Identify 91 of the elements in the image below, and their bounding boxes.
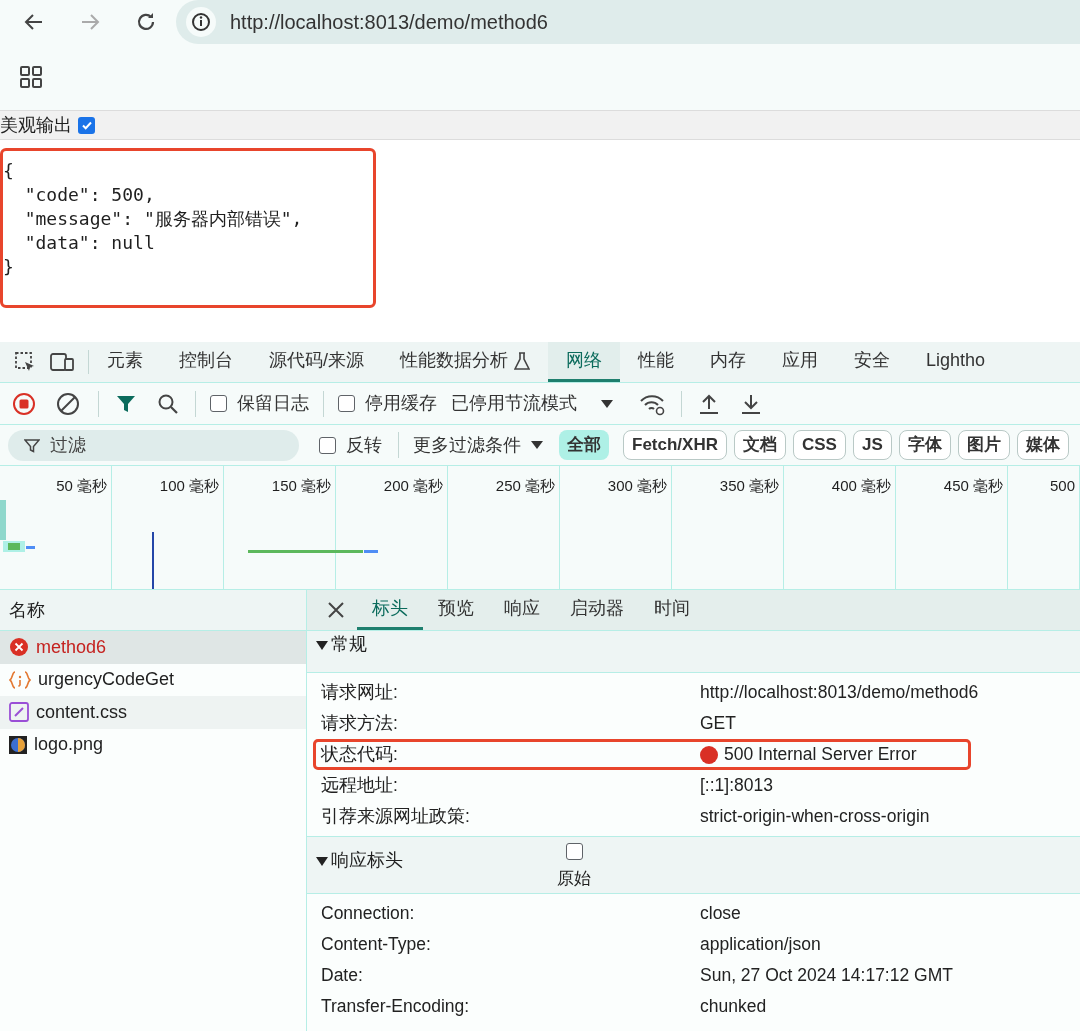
section-header[interactable]: 常规 (315, 631, 555, 658)
header-name: 状态代码: (320, 743, 399, 767)
header-name: 请求网址: (320, 681, 399, 705)
time-tick-label: 100 毫秒 (159, 476, 219, 495)
type-filter-chip[interactable]: 媒体 (1016, 430, 1069, 460)
braces-icon (9, 669, 31, 690)
caret-icon (601, 398, 613, 409)
time-tick-label: 350 毫秒 (719, 476, 779, 495)
header-value: 500 Internal Server Error (724, 743, 917, 767)
error-icon (9, 637, 29, 658)
preserve-log-checkbox[interactable] (210, 395, 227, 412)
image-icon (9, 735, 27, 754)
download-icon[interactable] (740, 392, 762, 415)
header-value: strict-origin-when-cross-origin (700, 805, 930, 829)
header-name: 远程地址: (320, 774, 399, 798)
search-icon[interactable] (157, 392, 179, 415)
time-tick-label: 250 毫秒 (495, 476, 555, 495)
header-value: chunked (700, 995, 767, 1019)
more-filters-dropdown[interactable]: 更多过滤条件 (413, 431, 543, 459)
section-header[interactable]: 响应标头 (315, 847, 555, 874)
info-icon[interactable] (186, 7, 216, 37)
url-text: http://localhost:8013/demo/method6 (230, 10, 548, 35)
type-filter-chip[interactable]: 全部 (559, 430, 609, 460)
detail-tab[interactable]: 启动器 (555, 590, 639, 630)
preserve-log-label: 保留日志 (237, 392, 309, 415)
invert-label: 反转 (346, 433, 382, 457)
device-toolbar-icon[interactable] (50, 351, 74, 373)
record-stop-icon[interactable] (12, 391, 36, 416)
type-filter-chip[interactable]: 图片 (957, 430, 1010, 460)
status-dot-icon (700, 745, 718, 764)
detail-tab[interactable]: 预览 (423, 590, 489, 630)
request-row[interactable]: content.css (0, 696, 306, 729)
time-tick-label: 400 毫秒 (831, 476, 891, 495)
disable-cache-checkbox[interactable] (338, 395, 355, 412)
header-name: 引荐来源网址政策: (320, 805, 471, 829)
pretty-print-label: 美观输出 (0, 113, 72, 137)
header-value: Sun, 27 Oct 2024 14:17:12 GMT (700, 964, 953, 988)
header-value: [::1]:8013 (700, 774, 773, 798)
time-tick-label: 150 毫秒 (271, 476, 331, 495)
detail-tab[interactable]: 响应 (489, 590, 555, 630)
disable-cache-label: 停用缓存 (365, 392, 437, 415)
header-name: 请求方法: (320, 712, 399, 736)
time-tick-label: 500 (1049, 476, 1075, 495)
type-filter-chip[interactable]: 字体 (898, 430, 951, 460)
time-tick-label: 50 毫秒 (56, 476, 107, 495)
panel-tab[interactable]: 性能 (620, 342, 692, 382)
panel-tab[interactable]: 元素 (89, 342, 161, 382)
header-value: GET (700, 712, 736, 736)
json-output: { "code": 500, "message": "服务器内部错误", "data": null } (0, 148, 376, 308)
panel-tab[interactable]: 安全 (836, 342, 908, 382)
flask-icon (514, 351, 530, 370)
header-name: Content-Type: (320, 933, 432, 957)
stylesheet-icon (9, 702, 29, 723)
type-filter-chip[interactable]: CSS (792, 430, 846, 460)
address-bar[interactable]: http://localhost:8013/demo/method6 (176, 0, 1080, 44)
close-icon[interactable] (327, 601, 345, 619)
filter-field[interactable]: 过滤 (8, 429, 299, 461)
header-value: close (700, 902, 741, 926)
header-name: Connection: (320, 902, 416, 926)
panel-tab[interactable]: 应用 (764, 342, 836, 382)
time-tick-label: 300 毫秒 (607, 476, 667, 495)
type-filter-chip[interactable]: Fetch/XHR (623, 430, 727, 460)
request-row[interactable]: method6 (0, 631, 306, 664)
raw-label: 原始 (557, 868, 591, 890)
panel-tab[interactable]: 控制台 (161, 342, 251, 382)
panel-tab[interactable]: 源代码/来源 (251, 342, 382, 382)
header-value: http://localhost:8013/demo/method6 (700, 681, 979, 705)
time-tick-label: 200 毫秒 (383, 476, 443, 495)
detail-tab[interactable]: 时间 (639, 590, 705, 630)
header-value: application/json (700, 933, 821, 957)
raw-checkbox[interactable] (565, 843, 583, 860)
upload-icon[interactable] (698, 392, 720, 415)
apps-grid-icon[interactable] (20, 66, 42, 88)
column-header: 名称 (9, 598, 45, 622)
time-tick-label: 450 毫秒 (943, 476, 1003, 495)
caret-icon (531, 440, 543, 450)
throttling-dropdown[interactable]: 已停用节流模式 (451, 390, 613, 417)
header-name: Date: (320, 964, 364, 988)
checkmark-icon (80, 119, 93, 131)
panel-tab[interactable]: 性能数据分析 (382, 342, 548, 382)
pretty-print-checkbox[interactable] (78, 116, 95, 134)
type-filter-chip[interactable]: 文档 (733, 430, 786, 460)
invert-checkbox[interactable] (319, 436, 336, 454)
filter-icon (24, 437, 40, 454)
panel-tab[interactable]: 内存 (692, 342, 764, 382)
clear-icon[interactable] (56, 391, 80, 416)
inspect-icon[interactable] (14, 351, 36, 373)
header-name: Transfer-Encoding: (320, 995, 471, 1019)
panel-tab[interactable]: Lightho (908, 342, 1004, 382)
type-filter-chip[interactable]: JS (852, 430, 892, 460)
panel-tab[interactable]: 网络 (548, 342, 620, 382)
